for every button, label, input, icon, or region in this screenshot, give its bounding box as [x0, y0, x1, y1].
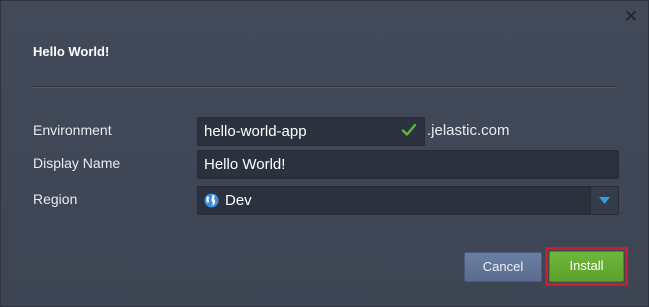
display-name-value: Hello World! [204, 156, 286, 173]
globe-icon [204, 193, 219, 208]
domain-suffix: .jelastic.com [427, 122, 510, 139]
install-dialog: ✕ Hello World! Environment hello-world-a… [0, 0, 649, 307]
install-button[interactable]: Install [549, 251, 624, 282]
display-name-label: Display Name [33, 155, 121, 171]
cancel-button[interactable]: Cancel [464, 252, 542, 282]
close-icon[interactable]: ✕ [623, 8, 639, 26]
environment-input[interactable]: hello-world-app [197, 117, 425, 146]
dialog-title: Hello World! [33, 44, 110, 59]
environment-label: Environment [33, 122, 112, 138]
header-divider [33, 86, 616, 88]
display-name-input[interactable]: Hello World! [197, 150, 619, 179]
checkmark-icon [401, 123, 417, 136]
region-label: Region [33, 191, 78, 207]
environment-value: hello-world-app [204, 123, 307, 140]
region-value: Dev [225, 192, 252, 209]
chevron-down-icon [599, 197, 610, 204]
region-dropdown-button[interactable] [590, 187, 618, 214]
region-select[interactable]: Dev [197, 186, 619, 215]
